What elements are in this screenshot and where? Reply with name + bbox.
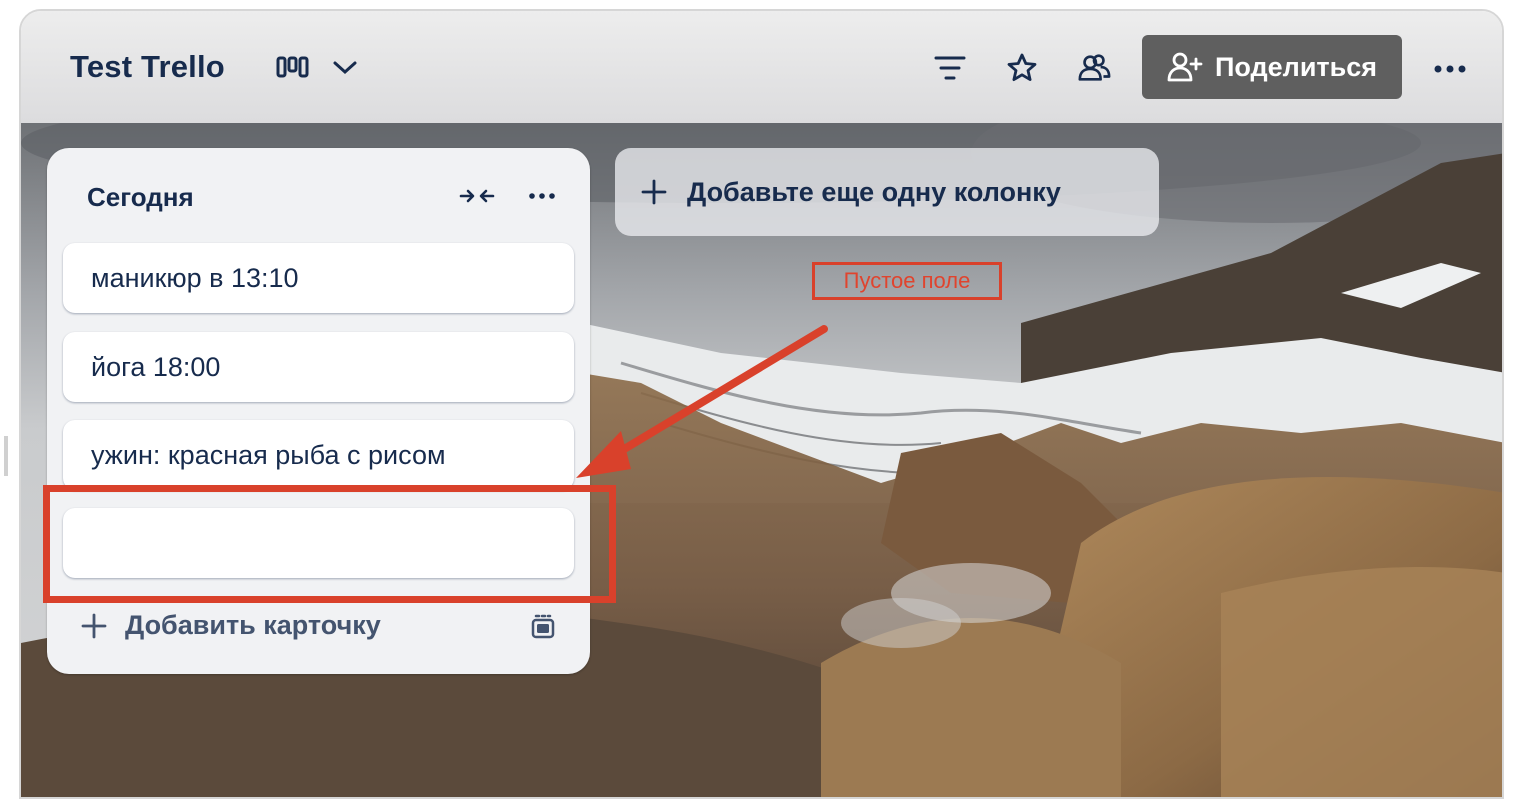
board-title[interactable]: Test Trello <box>70 49 225 85</box>
card[interactable]: маникюр в 13:10 <box>63 243 574 313</box>
star-icon[interactable] <box>1005 51 1039 85</box>
add-column-button[interactable]: Добавьте еще одну колонку <box>615 148 1159 236</box>
trello-board: Test Trello Поделиться Сегодня маникюр в… <box>19 9 1504 799</box>
add-column-label: Добавьте еще одну колонку <box>687 176 1061 207</box>
share-button[interactable]: Поделиться <box>1142 35 1402 99</box>
add-card-button[interactable]: Добавить карточку <box>81 610 381 641</box>
list-more-icon[interactable] <box>527 181 557 211</box>
window-resize-handle[interactable] <box>4 436 8 476</box>
filter-icon[interactable] <box>933 51 967 85</box>
plus-icon <box>641 179 667 205</box>
board-header: Test Trello Поделиться <box>21 11 1502 123</box>
card-template-icon[interactable] <box>529 614 557 642</box>
plus-icon <box>81 613 107 638</box>
more-icon[interactable] <box>1433 61 1467 79</box>
chevron-down-icon <box>333 61 357 75</box>
card[interactable]: йога 18:00 <box>63 332 574 402</box>
collapse-list-icon[interactable] <box>459 181 495 211</box>
annotation-label: Пустое поле <box>812 262 1002 300</box>
board-view-icon <box>276 56 309 78</box>
board-view-switcher[interactable] <box>276 51 358 85</box>
add-user-icon <box>1167 52 1203 82</box>
annotation-highlight-box <box>43 485 616 603</box>
list-title[interactable]: Сегодня <box>87 182 194 213</box>
add-card-label: Добавить карточку <box>125 610 381 640</box>
card[interactable]: ужин: красная рыба с рисом <box>63 420 574 490</box>
share-button-label: Поделиться <box>1214 51 1378 82</box>
members-icon[interactable] <box>1077 51 1111 85</box>
